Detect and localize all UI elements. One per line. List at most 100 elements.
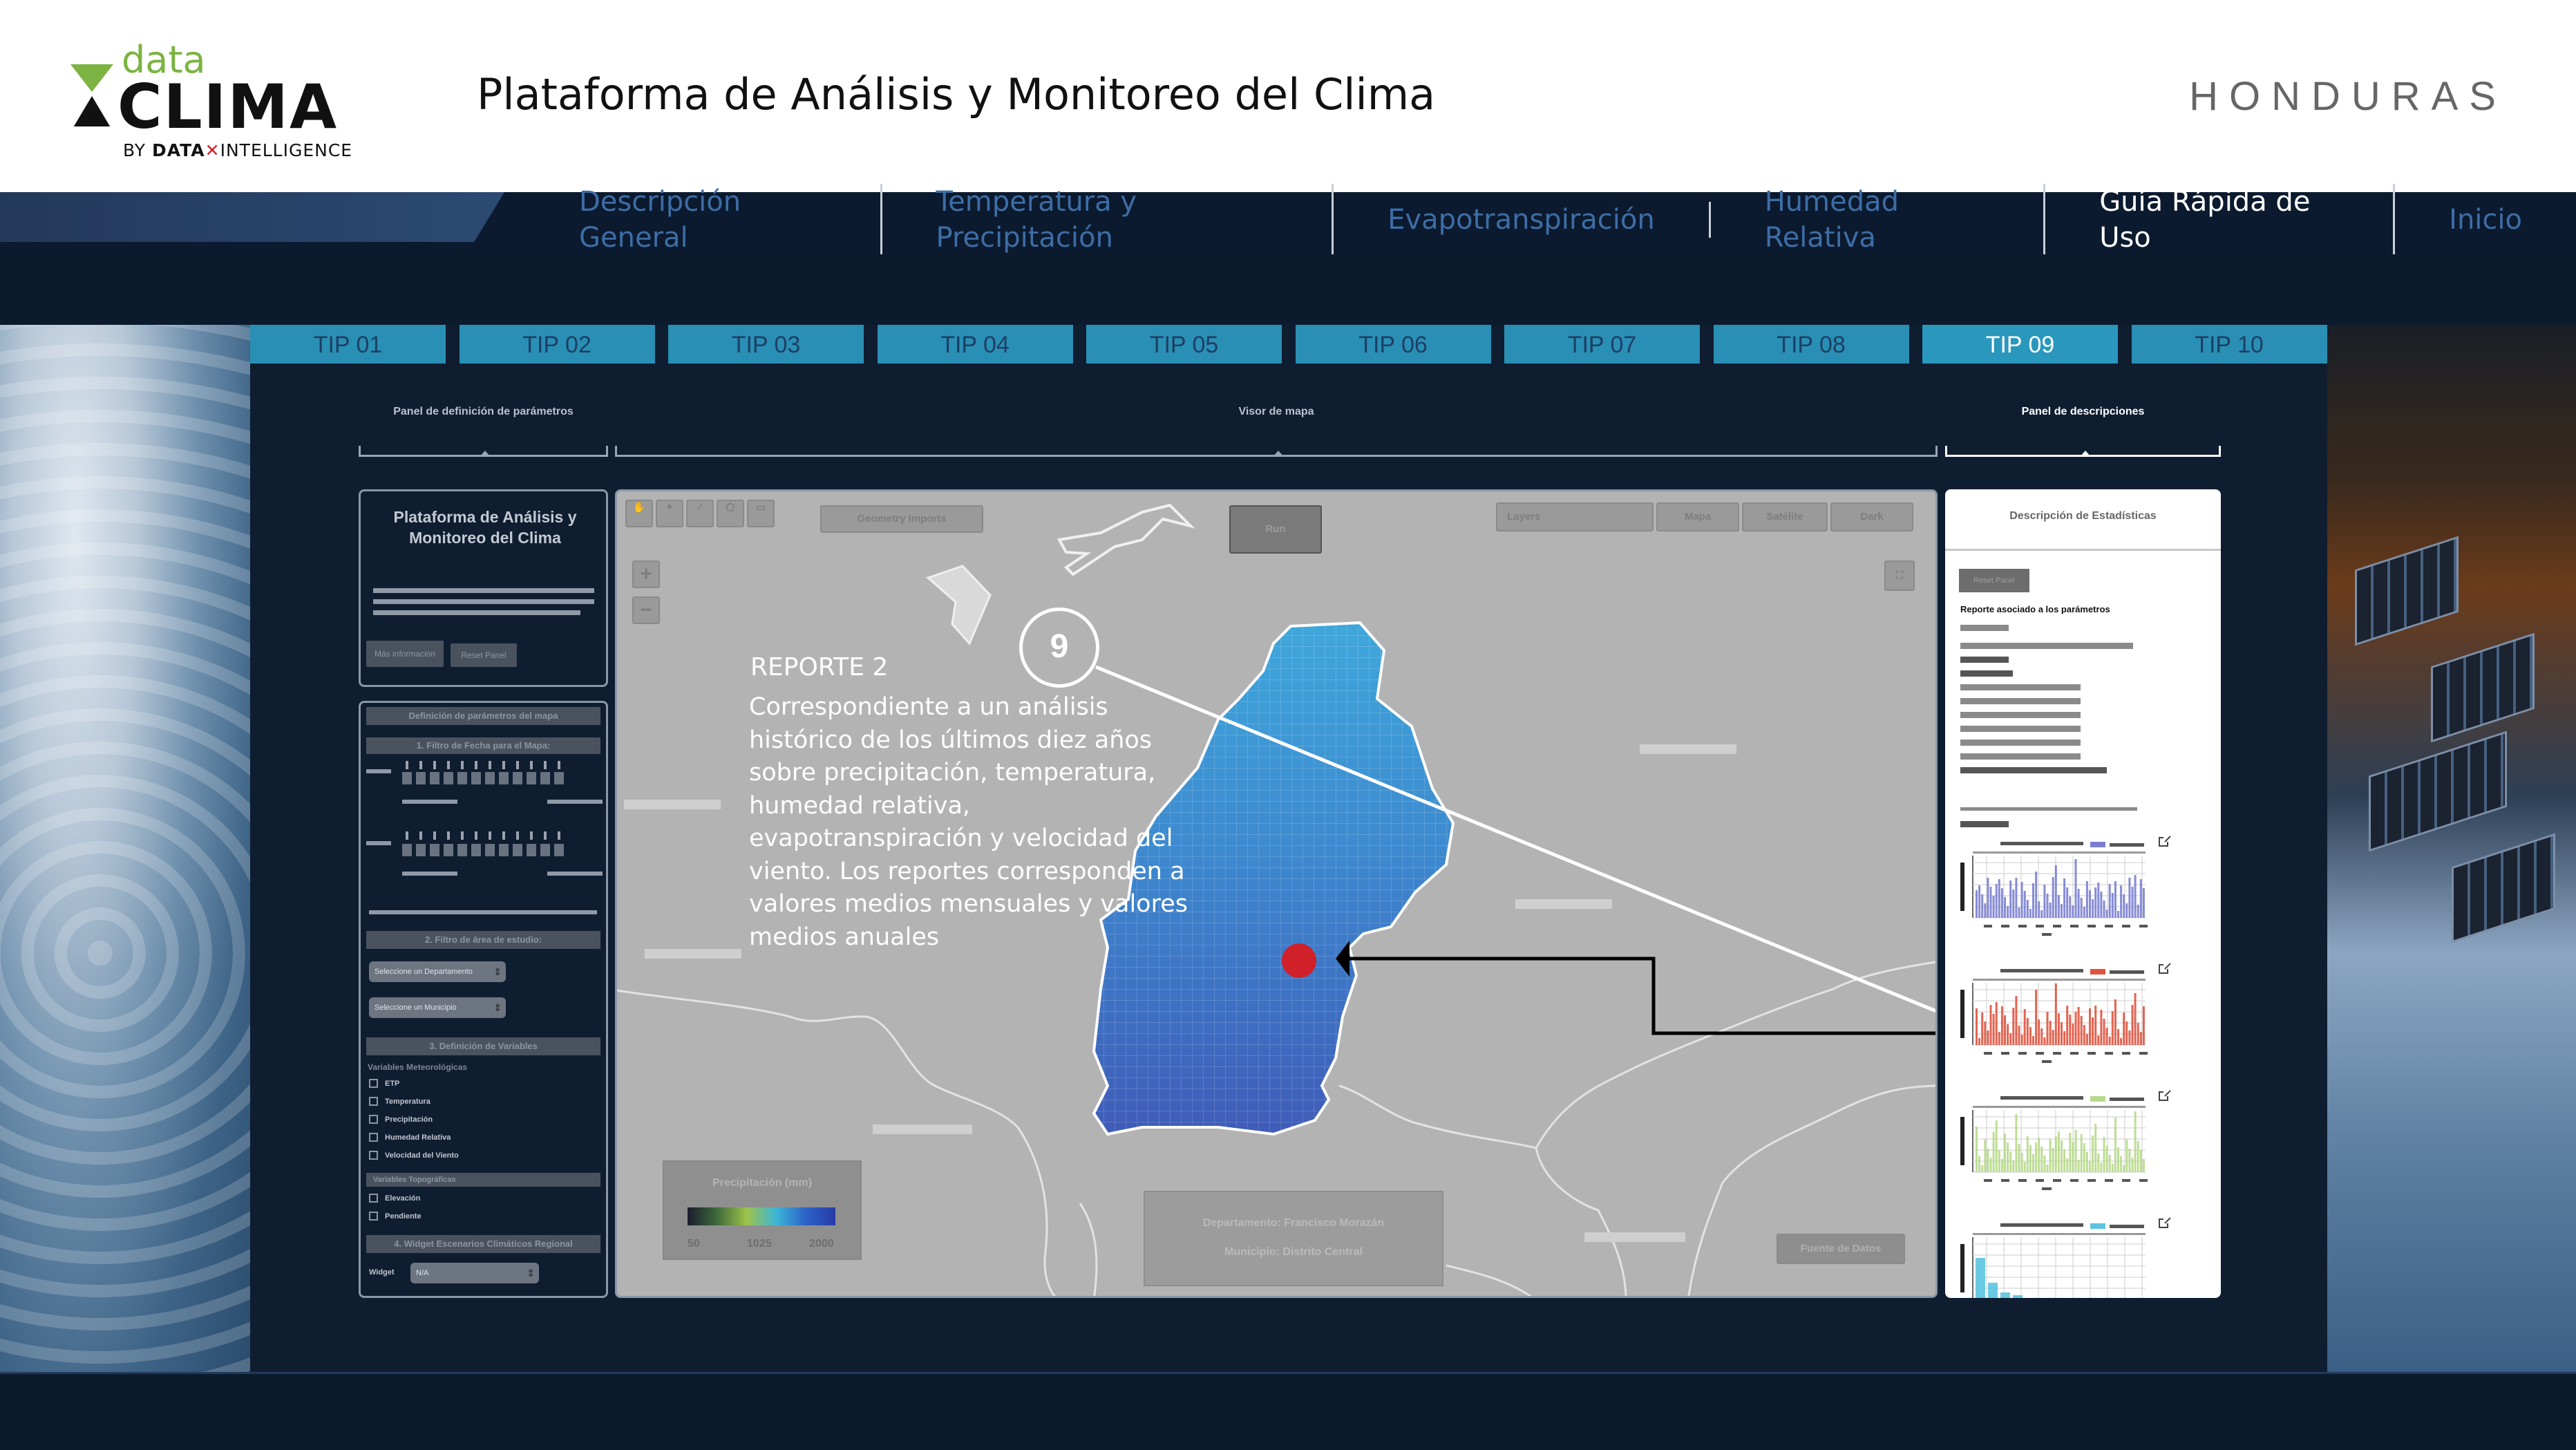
date-slider-years[interactable]: [402, 772, 564, 784]
callout-heading: REPORTE 2: [750, 653, 889, 681]
tab-tip-1[interactable]: TIP 01: [250, 325, 446, 364]
location-info-box: Departamento: Francisco Morazán Municipi…: [1144, 1191, 1443, 1286]
rectangle-tool-icon[interactable]: ▭: [747, 500, 775, 527]
zoom-in-button[interactable]: +: [632, 561, 660, 588]
location-marker[interactable]: [1282, 943, 1316, 978]
earth-clouds-image: [0, 325, 250, 1372]
run-button[interactable]: Run: [1229, 505, 1322, 554]
country-label: HONDURAS: [2189, 74, 2507, 119]
statistics-mini-chart: [1960, 1090, 2171, 1190]
line-tool-icon[interactable]: ⁄: [686, 500, 714, 527]
checkbox-icon[interactable]: [369, 1151, 378, 1160]
checkbox-icon[interactable]: [369, 1194, 378, 1203]
widget-label: Widget: [369, 1268, 395, 1277]
nav-item-descripción-general[interactable]: Descripción General: [525, 184, 882, 256]
tab-tip-4[interactable]: TIP 04: [877, 325, 1073, 364]
map-type-button[interactable]: Mapa: [1656, 502, 1739, 531]
variable-checkbox[interactable]: Velocidad del Viento: [369, 1151, 459, 1160]
slider-label: [402, 800, 457, 804]
nav-item-evapotranspiración[interactable]: Evapotranspiración: [1334, 202, 1711, 238]
variable-label: Humedad Relativa: [385, 1133, 451, 1142]
widget-header: 4. Widget Escenarios Climáticos Regional: [366, 1235, 600, 1253]
tab-tip-7[interactable]: TIP 07: [1504, 325, 1700, 364]
nav-item-humedad-relativa[interactable]: Humedad Relativa: [1711, 184, 2046, 256]
widget-label-text: Widget: [369, 1268, 395, 1277]
slider-label: [366, 841, 391, 845]
reset-panel-button[interactable]: Reset Panel: [451, 643, 517, 667]
water-body: [1057, 503, 1195, 576]
topo-checkbox[interactable]: Elevación: [369, 1194, 420, 1203]
nav-item-guía-rápida-de-uso[interactable]: Guía Rápida de Uso: [2045, 184, 2396, 256]
text-placeholder-line: [1960, 670, 2013, 677]
fullscreen-icon[interactable]: ⛶: [1884, 561, 1915, 591]
text-placeholder-line: [1960, 643, 2133, 649]
dataclima-logo[interactable]: data CLIMA BY DATA✕INTELLIGENCE: [69, 38, 387, 169]
report-label: Reporte asociado a los parámetros: [1960, 604, 2110, 614]
department-select[interactable]: Seleccione un Departamento: [369, 961, 506, 982]
data-source-button[interactable]: Fuente de Datos: [1777, 1234, 1905, 1264]
tab-tip-6[interactable]: TIP 06: [1295, 325, 1491, 364]
legend-max-label: 2000: [809, 1238, 834, 1250]
geometry-imports-button[interactable]: Geometry Imports: [820, 505, 983, 533]
dark-map-button[interactable]: Dark: [1830, 502, 1913, 531]
widget-select[interactable]: N/A: [410, 1263, 539, 1283]
text-placeholder-line: [1960, 821, 2009, 827]
point-tool-icon[interactable]: ⌖: [656, 500, 683, 527]
date-slider-ticks: [402, 831, 564, 844]
satellite-solar-panel: [2355, 536, 2459, 646]
nav-item-inicio[interactable]: Inicio: [2395, 202, 2576, 238]
satellite-button[interactable]: Satélite: [1742, 502, 1828, 531]
variable-checkbox[interactable]: Temperatura: [369, 1097, 430, 1106]
tab-tip-2[interactable]: TIP 02: [459, 325, 655, 364]
checkbox-icon[interactable]: [369, 1115, 378, 1124]
municipality-select[interactable]: Seleccione un Municipio: [369, 997, 506, 1018]
bracket-notch: [2080, 451, 2091, 457]
statistics-mini-chart: [1960, 836, 2171, 936]
map-params-header: Definición de parámetros del mapa: [366, 707, 600, 725]
variable-label: Precipitación: [385, 1115, 433, 1124]
date-slider-months[interactable]: [402, 844, 564, 856]
tab-tip-9[interactable]: TIP 09: [1922, 325, 2118, 364]
variable-label: Velocidad del Viento: [385, 1151, 459, 1160]
section-label-map: Visor de mapa: [1238, 406, 1314, 417]
logo-by-text: BY: [123, 140, 146, 160]
tab-tip-3[interactable]: TIP 03: [668, 325, 864, 364]
app-title: Plataforma de Análisis y Monitoreo del C…: [477, 69, 1436, 120]
tab-tip-8[interactable]: TIP 08: [1713, 325, 1909, 364]
left-panel-title: Plataforma de Análisis y Monitoreo del C…: [393, 508, 577, 547]
checkbox-icon[interactable]: [369, 1212, 378, 1221]
left-panel-params: Definición de parámetros del mapa 1. Fil…: [359, 701, 608, 1298]
variable-checkbox[interactable]: Precipitación: [369, 1115, 433, 1124]
checkbox-icon[interactable]: [369, 1133, 378, 1142]
logo-brand-left: DATA: [152, 140, 205, 160]
layers-button[interactable]: Layers: [1496, 502, 1654, 531]
tab-tip-5[interactable]: TIP 05: [1086, 325, 1282, 364]
logo-clima-text: CLIMA: [117, 71, 339, 142]
variable-checkbox[interactable]: Humedad Relativa: [369, 1133, 451, 1142]
logo-hourglass-icon: [70, 64, 113, 126]
topo-checkbox[interactable]: Pendiente: [369, 1212, 422, 1221]
more-info-button[interactable]: Más información: [366, 641, 444, 667]
variable-label: Temperatura: [385, 1097, 430, 1106]
nav-accent-stripe: [0, 192, 504, 242]
satellite-solar-panel: [2369, 731, 2507, 852]
checkbox-icon[interactable]: [369, 1079, 378, 1088]
footer-band: [0, 1372, 2576, 1450]
text-placeholder-line: [1960, 712, 2081, 718]
nav-item-temperatura-y-precipitación[interactable]: Temperatura y Precipitación: [882, 184, 1334, 256]
tab-tip-10[interactable]: TIP 10: [2131, 325, 2327, 364]
hand-tool-icon[interactable]: ✋: [625, 500, 653, 527]
text-placeholder-line: [373, 599, 594, 604]
variable-checkbox[interactable]: ETP: [369, 1079, 399, 1088]
section-bracket-params: [359, 446, 608, 457]
checkbox-icon[interactable]: [369, 1097, 378, 1106]
department-label: Departamento: Francisco Morazán: [1202, 1217, 1385, 1229]
reset-descriptions-button[interactable]: Reset Panel: [1959, 569, 2029, 592]
text-placeholder-line: [1960, 807, 2137, 811]
polygon-tool-icon[interactable]: ⬠: [717, 500, 744, 527]
slider-label: [547, 872, 603, 876]
zoom-out-button[interactable]: −: [632, 596, 660, 624]
variables-header: 3. Definición de Variables: [366, 1037, 600, 1055]
statistics-mini-chart: [1960, 963, 2171, 1063]
statistics-mini-chart: [1960, 1217, 2171, 1298]
